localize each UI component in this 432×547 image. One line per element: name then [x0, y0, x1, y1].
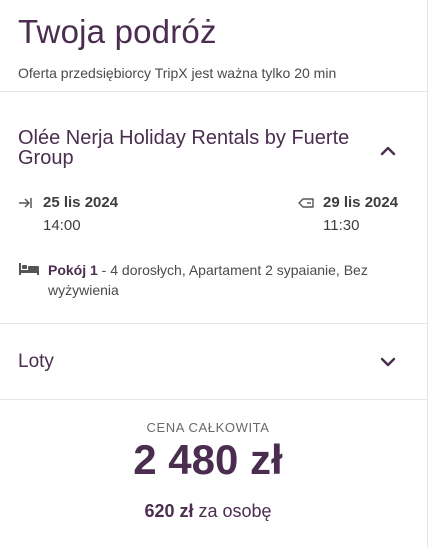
- bed-icon: [18, 262, 40, 276]
- per-person-suffix: za osobę: [198, 501, 272, 521]
- checkin-time: 14:00: [43, 217, 81, 234]
- hotel-section: Olée Nerja Holiday Rentals by Fuerte Gro…: [0, 104, 427, 324]
- room-description: Pokój 1 - 4 dorosłych, Apartament 2 sypa…: [48, 260, 408, 300]
- chevron-down-icon[interactable]: [378, 352, 398, 372]
- room-label: Pokój 1: [48, 262, 98, 278]
- total-price: 2 480 zł: [133, 436, 283, 483]
- room-info: Pokój 1 - 4 dorosłych, Apartament 2 sypa…: [18, 260, 408, 300]
- checkin-date: 25 lis 2024: [43, 194, 119, 211]
- checkout-arrow-icon: [298, 196, 316, 210]
- trip-summary-panel: Twoja podróż Oferta przedsiębiorcy TripX…: [0, 0, 428, 547]
- offer-validity-note: Oferta przedsiębiorcy TripX jest ważna t…: [18, 65, 337, 81]
- per-person-amount: 620 zł: [144, 501, 194, 521]
- flights-label: Loty: [18, 351, 54, 372]
- hotel-name: Olée Nerja Holiday Rentals by Fuerte Gro…: [18, 127, 350, 169]
- checkout-date: 29 lis 2024: [323, 194, 399, 211]
- checkin-arrow-icon: [18, 196, 36, 210]
- chevron-up-icon[interactable]: [378, 141, 398, 161]
- checkout-time: 11:30: [323, 217, 360, 234]
- trip-header: Twoja podróż Oferta przedsiębiorcy TripX…: [0, 0, 427, 92]
- price-per-person: 620 zł za osobę: [0, 501, 416, 522]
- total-price-label: CENA CAŁKOWITA: [146, 420, 270, 435]
- price-summary: CENA CAŁKOWITA 2 480 zł 620 zł za osobę: [0, 420, 416, 522]
- flights-section[interactable]: Loty: [0, 324, 427, 400]
- page-title: Twoja podróż: [18, 13, 217, 50]
- stay-dates: 25 lis 2024 14:00 29 lis 2024 11:30: [18, 194, 408, 238]
